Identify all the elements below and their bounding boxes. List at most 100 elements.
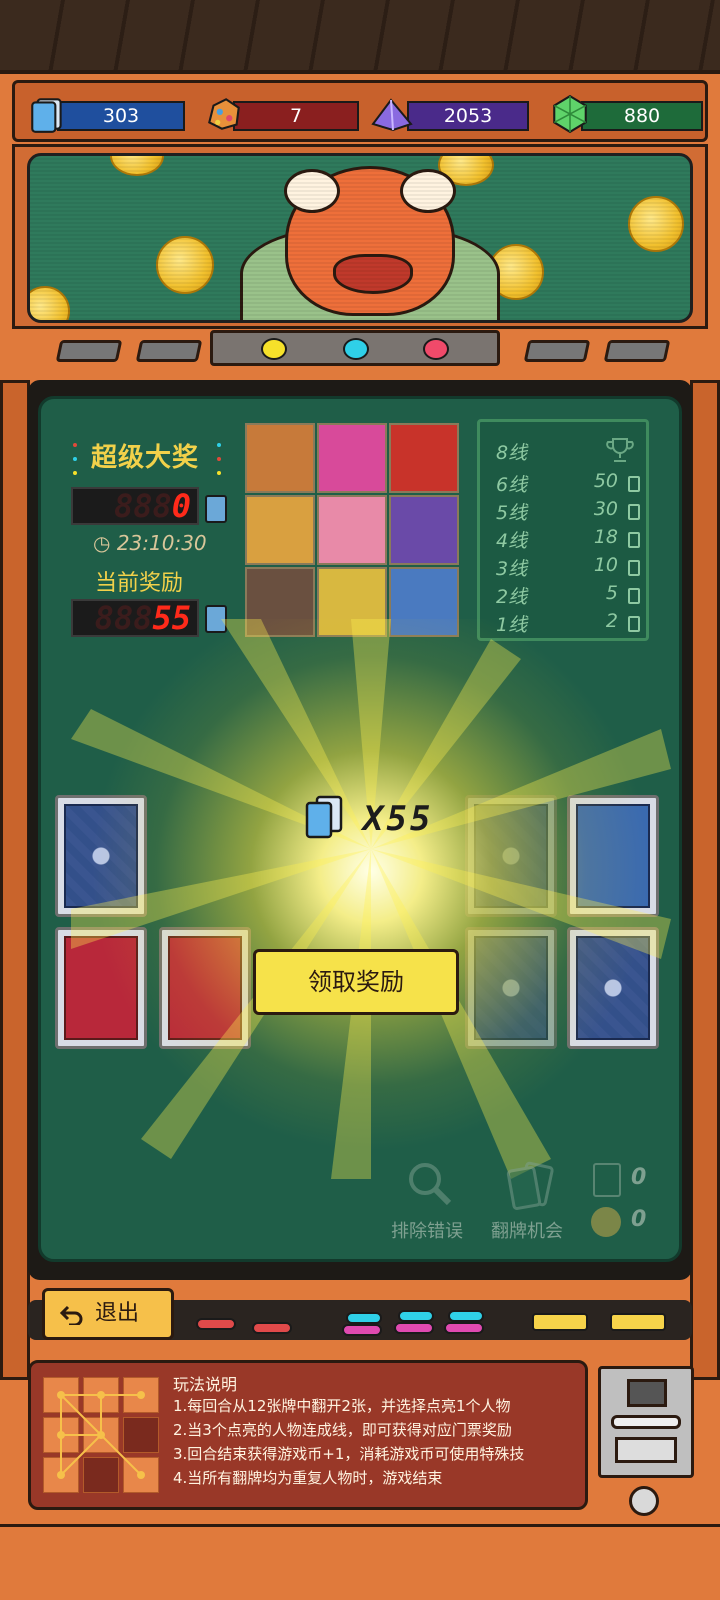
console-button-red[interactable] bbox=[196, 1318, 236, 1330]
gem-icon bbox=[553, 94, 587, 134]
paytable-row: 6线 50 bbox=[496, 470, 646, 496]
portrait-pink-lady[interactable] bbox=[317, 495, 387, 565]
paytable-lines: 2线 bbox=[496, 586, 528, 608]
card-back bbox=[64, 804, 138, 908]
ticket-icon bbox=[628, 616, 640, 632]
console-button-red[interactable] bbox=[252, 1322, 292, 1334]
card-counter-icon bbox=[593, 1163, 621, 1197]
coin-counter-icon bbox=[591, 1207, 621, 1237]
coin-count: 0 bbox=[631, 1207, 647, 1232]
character-screen bbox=[27, 153, 693, 323]
ticket-icon bbox=[628, 532, 640, 548]
cards-icon[interactable] bbox=[503, 1161, 559, 1213]
paytable-row: 3线 10 bbox=[496, 554, 646, 580]
portrait-red-hair[interactable] bbox=[389, 423, 459, 493]
card-facedown[interactable] bbox=[465, 927, 557, 1049]
game-board: 超级大奖 8880 ◷ 23:10:30 当前奖励 88855 8线 6线 50… bbox=[38, 396, 682, 1262]
paytable-lines: 5线 bbox=[496, 502, 528, 524]
card-facedown[interactable] bbox=[55, 795, 147, 917]
claim-reward-button[interactable]: 领取奖励 bbox=[253, 949, 459, 1015]
lamp-red bbox=[423, 338, 449, 360]
timer: ◷ 23:10:30 bbox=[93, 531, 207, 555]
ticket-icon bbox=[628, 476, 640, 492]
vent bbox=[523, 340, 591, 362]
card-facedown[interactable] bbox=[465, 795, 557, 917]
card-back bbox=[474, 936, 548, 1040]
paytable-reward: 10 bbox=[593, 554, 618, 576]
character-grid bbox=[245, 423, 461, 639]
console-button-pink[interactable] bbox=[342, 1324, 382, 1336]
ticket-icon bbox=[205, 605, 227, 633]
console-button-yellow[interactable] bbox=[532, 1313, 588, 1331]
paytable-reward: 50 bbox=[593, 470, 618, 492]
rules-line: 4.当所有翻牌均为重复人物时，游戏结束 bbox=[173, 1469, 443, 1487]
return-arrow-icon bbox=[59, 1305, 83, 1325]
crystal-count: 2053 bbox=[407, 101, 529, 131]
cabinet-side-right bbox=[690, 380, 720, 1380]
crystal-icon bbox=[371, 98, 413, 132]
paytable-reward: 18 bbox=[593, 526, 618, 548]
gem-count: 880 bbox=[581, 101, 703, 131]
portrait-pink-hair[interactable] bbox=[317, 423, 387, 493]
paytable-reward: 30 bbox=[593, 498, 618, 520]
trophy-icon bbox=[606, 438, 634, 462]
paytable-row: 2线 5 bbox=[496, 582, 646, 608]
card-face-red bbox=[168, 936, 242, 1040]
paytable-row: 8线 bbox=[496, 438, 646, 464]
lamp-yellow bbox=[261, 338, 287, 360]
vent bbox=[55, 340, 123, 362]
rules-line: 2.当3个点亮的人物连成线，即可获得对应门票奖励 bbox=[173, 1421, 512, 1439]
card-revealed[interactable] bbox=[55, 927, 147, 1049]
card-revealed[interactable] bbox=[567, 795, 659, 917]
current-reward-display: 88855 bbox=[71, 599, 199, 637]
paytable-reward: 5 bbox=[605, 582, 618, 604]
paytable-lines: 6线 bbox=[496, 474, 528, 496]
magnifier-icon[interactable] bbox=[405, 1161, 455, 1209]
coin-insert-slot bbox=[611, 1415, 681, 1429]
coin-slot[interactable] bbox=[598, 1366, 694, 1478]
paytable-lines: 1线 bbox=[496, 614, 528, 636]
ore-count: 7 bbox=[233, 101, 359, 131]
card-revealed[interactable] bbox=[159, 927, 251, 1049]
rules-line: 1.每回合从12张牌中翻开2张，并选择点亮1个人物 bbox=[173, 1397, 511, 1415]
portrait-golden[interactable] bbox=[317, 567, 387, 637]
ore-icon bbox=[208, 98, 240, 130]
vent bbox=[135, 340, 203, 362]
card-back bbox=[474, 804, 548, 908]
cabinet-side-left bbox=[0, 380, 30, 1380]
ticket-icon bbox=[205, 495, 227, 523]
paytable-reward: 2 bbox=[605, 610, 618, 632]
console-button-cyan[interactable] bbox=[398, 1310, 434, 1322]
board-frame: 超级大奖 8880 ◷ 23:10:30 当前奖励 88855 8线 6线 50… bbox=[28, 380, 692, 1280]
jackpot-title: 超级大奖 bbox=[91, 443, 200, 473]
ticket-icon bbox=[31, 98, 62, 133]
card-face-red bbox=[64, 936, 138, 1040]
console-button-yellow[interactable] bbox=[610, 1313, 666, 1331]
rules-title: 玩法说明 bbox=[173, 1375, 238, 1394]
card-face-wizard bbox=[576, 804, 650, 908]
portrait-wizard[interactable] bbox=[389, 495, 459, 565]
console-button-pink[interactable] bbox=[394, 1322, 434, 1334]
card-facedown[interactable] bbox=[567, 927, 659, 1049]
timer-value: 23:10:30 bbox=[116, 531, 207, 555]
paytable-lines: 4线 bbox=[496, 530, 528, 552]
vent bbox=[603, 340, 671, 362]
rules-diagram bbox=[43, 1377, 161, 1495]
portrait-blonde[interactable] bbox=[245, 495, 315, 565]
card-count: 0 bbox=[631, 1165, 647, 1190]
ticket-icon bbox=[628, 560, 640, 576]
console-button-pink[interactable] bbox=[444, 1322, 484, 1334]
exit-button[interactable]: 退出 bbox=[42, 1288, 174, 1340]
line-pattern bbox=[57, 1391, 145, 1479]
rules-line: 3.回合结束获得游戏币+1，消耗游戏币可使用特殊技 bbox=[173, 1445, 525, 1463]
console-button-cyan[interactable] bbox=[448, 1310, 484, 1322]
portrait-blue-wizard[interactable] bbox=[389, 567, 459, 637]
portrait-hunter[interactable] bbox=[245, 567, 315, 637]
console-button-cyan[interactable] bbox=[346, 1312, 382, 1324]
paytable-row: 5线 30 bbox=[496, 498, 646, 524]
marquee-dot bbox=[73, 471, 77, 475]
coin-slot-window bbox=[627, 1379, 667, 1407]
cabinet-base bbox=[0, 1524, 720, 1600]
marquee-dot bbox=[217, 471, 221, 475]
portrait-cowboy[interactable] bbox=[245, 423, 315, 493]
